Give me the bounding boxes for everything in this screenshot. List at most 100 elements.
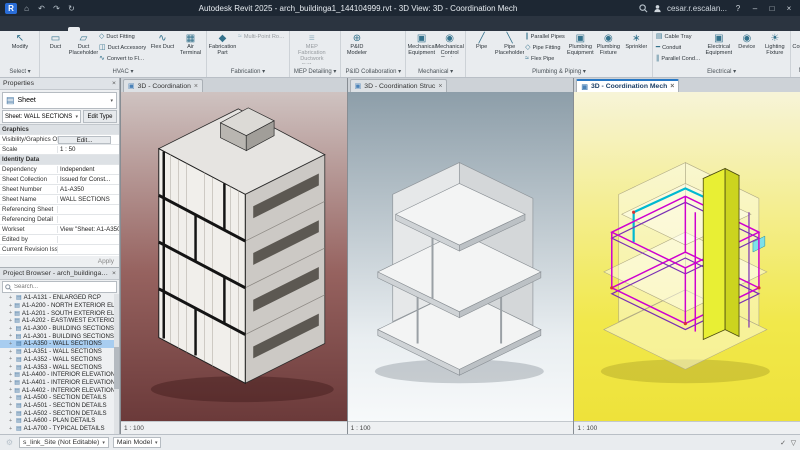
browser-sheet-item[interactable]: + ▤ A1-A200 - NORTH EXTERIOR ELEVATION	[0, 302, 114, 310]
property-row[interactable]: Sheet Collection Issued for Const...	[0, 175, 119, 185]
expand-icon[interactable]: +	[9, 295, 14, 301]
duct-placeholder-button[interactable]: ▱ Duct Placeholder	[69, 32, 99, 57]
browser-sheet-item[interactable]: + ▤ A1-A600 - PLAN DETAILS	[0, 417, 114, 425]
property-value[interactable]: 1 : 50	[58, 146, 119, 153]
view-tab-coordination-mech[interactable]: ▣ 3D - Coordination Mech ×	[576, 79, 680, 92]
expand-icon[interactable]: +	[9, 341, 14, 347]
scrollbar[interactable]	[114, 294, 119, 434]
panel-label-model[interactable]: Model	[793, 68, 800, 77]
browser-sheet-item[interactable]: + ▤ A1-A502 - SECTION DETAILS	[0, 409, 114, 417]
property-row[interactable]: Current Revision Issu...	[0, 245, 119, 255]
browser-sheet-item[interactable]: + ▤ A1-A401 - INTERIOR ELEVATIONS	[0, 379, 114, 387]
view-canvas-coordination[interactable]	[121, 92, 347, 421]
type-selector[interactable]: ▤ Sheet ▾	[2, 92, 117, 109]
pipe-button[interactable]: ╱ Pipe	[468, 32, 495, 57]
expand-icon[interactable]: +	[9, 418, 14, 424]
property-value[interactable]: WALL SECTIONS	[58, 196, 119, 203]
scrollbar-thumb[interactable]	[114, 347, 119, 390]
view-tab-coordination-struc[interactable]: ▣ 3D - Coordination Struc ×	[349, 79, 448, 92]
gear-icon[interactable]: ⚙	[4, 438, 15, 447]
panel-label-mechanical[interactable]: Mechanical ▾	[408, 68, 463, 77]
property-row[interactable]: Visibility/Graphics O... Edit...	[0, 135, 119, 145]
scale-control[interactable]: 1 : 100	[351, 425, 371, 432]
expand-icon[interactable]: +	[9, 379, 12, 385]
expand-icon[interactable]: +	[9, 387, 12, 393]
browser-sheet-item[interactable]: + ▤ A1-A353 - WALL SECTIONS	[0, 363, 114, 371]
property-row[interactable]: Edited by	[0, 235, 119, 245]
multi-point-routing-button[interactable]: ≈Multi-Point Routing	[237, 32, 287, 42]
apply-button[interactable]: Apply	[98, 258, 114, 265]
expand-icon[interactable]: +	[9, 356, 14, 362]
property-row[interactable]: Scale 1 : 50	[0, 145, 119, 155]
cable-tray-button[interactable]: ▤ Cable Tray	[655, 32, 705, 42]
home-icon[interactable]: ⌂	[21, 4, 32, 13]
parallel-pipes-button[interactable]: ∥ Parallel Pipes	[524, 32, 566, 42]
property-row[interactable]: Workset View "Sheet: A1-A350..."	[0, 225, 119, 235]
property-row[interactable]: Sheet Name WALL SECTIONS	[0, 195, 119, 205]
expand-icon[interactable]: +	[9, 372, 12, 378]
property-row[interactable]: Graphics	[0, 125, 119, 135]
browser-sheet-item[interactable]: + ▤ A1-A301 - BUILDING SECTIONS	[0, 332, 114, 340]
expand-icon[interactable]: +	[9, 426, 14, 432]
property-value[interactable]: Edit...	[58, 135, 111, 144]
air-terminal-button[interactable]: ▦ Air Terminal	[177, 32, 204, 57]
browser-sheet-item[interactable]: + ▤ A1-A202 - EAST/WEST EXTERIOR ELEVAT.…	[0, 317, 114, 325]
expand-icon[interactable]: +	[9, 318, 12, 324]
design-option-select[interactable]: Main Model ▾	[112, 437, 162, 448]
property-value[interactable]: View "Sheet: A1-A350..."	[58, 226, 119, 233]
panel-label-select[interactable]: Select ▾	[3, 68, 37, 77]
duct-accessory-button[interactable]: ◫ Duct Accessory	[98, 43, 148, 53]
active-workset-select[interactable]: s_link_Site (Not Editable) ▾	[19, 437, 109, 448]
expand-icon[interactable]: +	[9, 402, 14, 408]
browser-sheet-item[interactable]: + ▤ A1-A400 - INTERIOR ELEVATIONS	[0, 371, 114, 379]
property-row[interactable]: Sheet Number A1-A350	[0, 185, 119, 195]
plumbing-fixture-button[interactable]: ◉ Plumbing Fixture	[595, 32, 622, 57]
browser-sheet-item[interactable]: + ▤ A1-A131 - ENLARGED RCP	[0, 294, 114, 302]
lighting-fixture-button[interactable]: ☀ Lighting Fixture	[761, 32, 788, 57]
panel-label-mep-detailing[interactable]: MEP Detailing ▾	[292, 68, 339, 77]
component-button[interactable]: ◆Component	[792, 32, 800, 51]
close-button[interactable]: ×	[783, 4, 795, 13]
flex-duct-button[interactable]: ∿ Flex Duct	[149, 32, 176, 57]
view-tab-coordination[interactable]: ▣ 3D - Coordination ×	[123, 79, 203, 92]
close-icon[interactable]: ×	[438, 83, 442, 90]
browser-sheet-item[interactable]: + ▤ A1-A402 - INTERIOR ELEVATIONS	[0, 386, 114, 394]
expand-icon[interactable]: +	[9, 349, 14, 355]
search-icon[interactable]	[639, 3, 648, 13]
close-icon[interactable]: ×	[670, 83, 674, 90]
expand-icon[interactable]: +	[9, 326, 14, 332]
panel-label-pid[interactable]: P&ID Collaboration ▾	[343, 68, 403, 77]
close-icon[interactable]: ×	[194, 83, 198, 90]
help-icon[interactable]: ?	[732, 4, 744, 13]
filter-icon[interactable]: ▽	[791, 439, 796, 447]
undo-icon[interactable]: ↶	[36, 4, 47, 13]
instance-filter-select[interactable]: Sheet: WALL SECTIONS ▾	[2, 110, 81, 123]
property-value[interactable]: Independent	[58, 166, 119, 173]
expand-icon[interactable]: +	[9, 364, 14, 370]
electrical-equipment-button[interactable]: ▣ Electrical Equipment	[705, 32, 732, 57]
search-input[interactable]	[14, 284, 114, 290]
panel-label-fabrication[interactable]: Fabrication ▾	[209, 68, 287, 77]
properties-header[interactable]: Properties ×	[0, 78, 119, 90]
browser-sheet-item[interactable]: + ▤ A1-A501 - SECTION DETAILS	[0, 402, 114, 410]
project-browser-header[interactable]: Project Browser - arch_buildinga1_144104…	[0, 268, 119, 280]
pid-modeler-button[interactable]: ⊕ P&ID Modeler	[343, 32, 370, 57]
pipe-fitting-button[interactable]: ◇ Pipe Fitting	[524, 43, 566, 53]
device-button[interactable]: ◉ Device	[733, 32, 760, 57]
restore-button[interactable]: □	[766, 4, 778, 13]
plumbing-equipment-button[interactable]: ▣ Plumbing Equipment	[567, 32, 594, 57]
sprinkler-button[interactable]: ∗ Sprinkler	[623, 32, 650, 57]
pipe-placeholder-button[interactable]: ╲ Pipe Placeholder	[495, 32, 525, 57]
expand-icon[interactable]: +	[9, 333, 14, 339]
scale-control[interactable]: 1 : 100	[124, 425, 144, 432]
conduit-button[interactable]: ━ Conduit	[655, 43, 705, 53]
flex-pipe-button[interactable]: ≈ Flex Pipe	[524, 54, 566, 64]
panel-label-electrical[interactable]: Electrical ▾	[655, 68, 789, 77]
expand-icon[interactable]: +	[9, 410, 14, 416]
expand-icon[interactable]: +	[9, 303, 12, 309]
close-icon[interactable]: ×	[112, 270, 116, 277]
revit-logo[interactable]: R	[5, 2, 17, 14]
duct-fitting-button[interactable]: ◇ Duct Fitting	[98, 32, 148, 42]
panel-label-plumbing[interactable]: Plumbing & Piping ▾	[468, 68, 650, 77]
convert-to-flex-duct-button[interactable]: ∿Convert to Flex Duct	[98, 54, 148, 64]
